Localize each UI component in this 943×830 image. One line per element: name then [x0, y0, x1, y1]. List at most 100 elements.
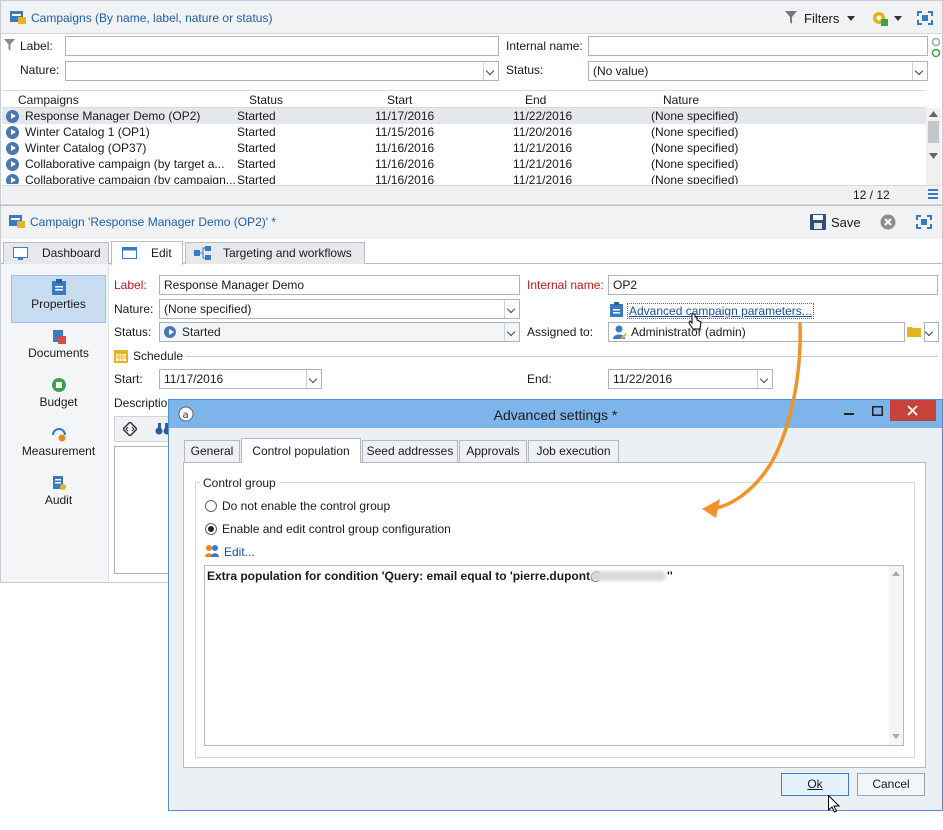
- column-header[interactable]: Status: [249, 93, 283, 107]
- sidebar-item-label: Audit: [44, 493, 73, 507]
- sidebar-item-documents[interactable]: Documents: [11, 325, 106, 373]
- refresh-icon[interactable]: [931, 37, 941, 59]
- sidebar-item-properties[interactable]: Properties: [11, 275, 106, 323]
- tab-edit[interactable]: Edit: [111, 241, 183, 265]
- radio-disable-control-group[interactable]: [205, 500, 217, 512]
- schedule-heading: Schedule: [133, 349, 184, 363]
- sidebar-item-budget[interactable]: Budget: [11, 374, 106, 422]
- table-row[interactable]: Winter Catalog 1 (OP1) Started 11/15/201…: [2, 124, 926, 140]
- internal-name-field-input[interactable]: OP2: [608, 275, 938, 295]
- query-text: Extra population for condition 'Query: e…: [207, 569, 602, 583]
- ok-button[interactable]: Ok: [781, 773, 849, 796]
- row-start: 11/16/2016: [375, 141, 435, 155]
- minimize-icon[interactable]: [844, 413, 854, 415]
- description-toolbar: [114, 416, 174, 442]
- cancel-button[interactable]: Cancel: [857, 773, 925, 796]
- text-scrollbar[interactable]: [889, 566, 903, 745]
- list-footer: 12 / 12: [2, 185, 941, 203]
- row-name: Winter Catalog 1 (OP1): [25, 125, 150, 139]
- started-status-icon: [6, 110, 19, 123]
- label-filter-input[interactable]: [65, 36, 499, 56]
- row-end: 11/21/2016: [513, 157, 573, 171]
- option-enable-label[interactable]: Enable and edit control group configurat…: [222, 522, 451, 536]
- close-icon[interactable]: [880, 214, 896, 230]
- dialog-tab-approvals[interactable]: Approvals: [459, 440, 527, 462]
- scroll-up-icon[interactable]: [892, 571, 900, 576]
- scroll-thumb[interactable]: [928, 121, 939, 143]
- table-row[interactable]: Collaborative campaign (by campaign... S…: [2, 172, 926, 184]
- table-row[interactable]: Winter Catalog (OP37) Started 11/16/2016…: [2, 140, 926, 156]
- chevron-down-icon[interactable]: [894, 16, 902, 21]
- campaigns-icon: [10, 11, 26, 24]
- started-status-icon: [6, 126, 19, 139]
- tab-dashboard[interactable]: Dashboard: [3, 242, 109, 264]
- label-filter-label: Label:: [20, 39, 53, 53]
- edit-link[interactable]: Edit...: [224, 545, 255, 559]
- window-maximize-icon[interactable]: [872, 406, 883, 416]
- column-header[interactable]: Start: [387, 93, 412, 107]
- save-icon[interactable]: [810, 214, 826, 230]
- dialog-close-button[interactable]: [890, 400, 936, 421]
- gear-add-icon[interactable]: [870, 9, 890, 27]
- scroll-down-icon[interactable]: [892, 734, 900, 739]
- start-date-input[interactable]: 11/17/2016: [159, 369, 322, 389]
- table-row[interactable]: Response Manager Demo (OP2) Started 11/1…: [2, 108, 926, 124]
- folder-icon[interactable]: [907, 325, 921, 337]
- clipboard-icon: [51, 279, 66, 295]
- audit-icon: [52, 476, 66, 490]
- radio-enable-control-group[interactable]: [205, 523, 217, 535]
- row-start: 11/16/2016: [375, 157, 435, 171]
- clipboard-icon: [610, 302, 623, 317]
- nature-field-label: Nature:: [114, 302, 154, 316]
- row-status: Started: [237, 173, 276, 184]
- sidebar-item-label: Properties: [31, 297, 86, 311]
- label-field-input[interactable]: Response Manager Demo: [159, 275, 520, 295]
- dialog-tab-control-population[interactable]: Control population: [241, 438, 361, 463]
- row-nature: (None specified): [651, 157, 739, 171]
- save-button[interactable]: Save: [831, 215, 861, 230]
- hand-cursor-icon: [688, 313, 702, 330]
- sidebar-item-audit[interactable]: Audit: [11, 472, 106, 520]
- column-header[interactable]: Campaigns: [18, 93, 79, 107]
- sidebar-item-measurement[interactable]: Measurement: [11, 423, 106, 471]
- assigned-to-dropdown[interactable]: [924, 322, 939, 342]
- source-code-icon[interactable]: [123, 422, 137, 436]
- status-field-select[interactable]: Started: [159, 322, 520, 342]
- budget-icon: [51, 378, 66, 392]
- advanced-campaign-parameters-link[interactable]: Advanced campaign parameters...: [627, 303, 814, 319]
- row-status: Started: [237, 141, 276, 155]
- row-nature: (None specified): [651, 109, 739, 123]
- start-date-label: Start:: [114, 372, 143, 386]
- list-scrollbar[interactable]: [926, 108, 941, 186]
- chevron-down-icon[interactable]: [847, 16, 855, 21]
- started-status-icon: [6, 142, 19, 155]
- menu-icon[interactable]: [928, 189, 938, 199]
- status-filter-select[interactable]: (No value): [588, 61, 928, 81]
- dialog-tab-general[interactable]: General: [184, 440, 240, 462]
- maximize-icon[interactable]: [917, 11, 933, 25]
- table-row[interactable]: Collaborative campaign (by target a... S…: [2, 156, 926, 172]
- nature-field-select[interactable]: (None specified): [159, 299, 520, 319]
- status-field-label: Status:: [114, 325, 152, 339]
- control-group-query-text[interactable]: Extra population for condition 'Query: e…: [204, 565, 904, 746]
- option-disable-label[interactable]: Do not enable the control group: [222, 499, 390, 513]
- row-start: 11/15/2016: [375, 125, 435, 139]
- nature-filter-select[interactable]: [65, 61, 499, 81]
- column-header[interactable]: Nature: [663, 93, 699, 107]
- filters-button[interactable]: Filters: [804, 11, 839, 26]
- dialog-tab-job-execution[interactable]: Job execution: [528, 440, 619, 462]
- maximize-icon[interactable]: [916, 215, 932, 229]
- dialog-tab-seed-addresses[interactable]: Seed addresses: [362, 440, 458, 462]
- schedule-divider: [186, 356, 938, 357]
- internal-name-filter-input[interactable]: [588, 36, 928, 56]
- record-count: 12 / 12: [853, 188, 890, 202]
- row-end: 11/20/2016: [513, 125, 573, 139]
- scroll-up-icon[interactable]: [929, 111, 938, 117]
- tab-targeting-workflows[interactable]: Targeting and workflows: [185, 242, 365, 264]
- close-icon: [907, 405, 918, 416]
- column-header[interactable]: End: [525, 93, 546, 107]
- list-header: Campaigns (By name, label, nature or sta…: [1, 1, 942, 34]
- redacted-domain: [590, 571, 666, 581]
- description-editor[interactable]: [114, 446, 174, 574]
- scroll-down-icon[interactable]: [929, 153, 938, 159]
